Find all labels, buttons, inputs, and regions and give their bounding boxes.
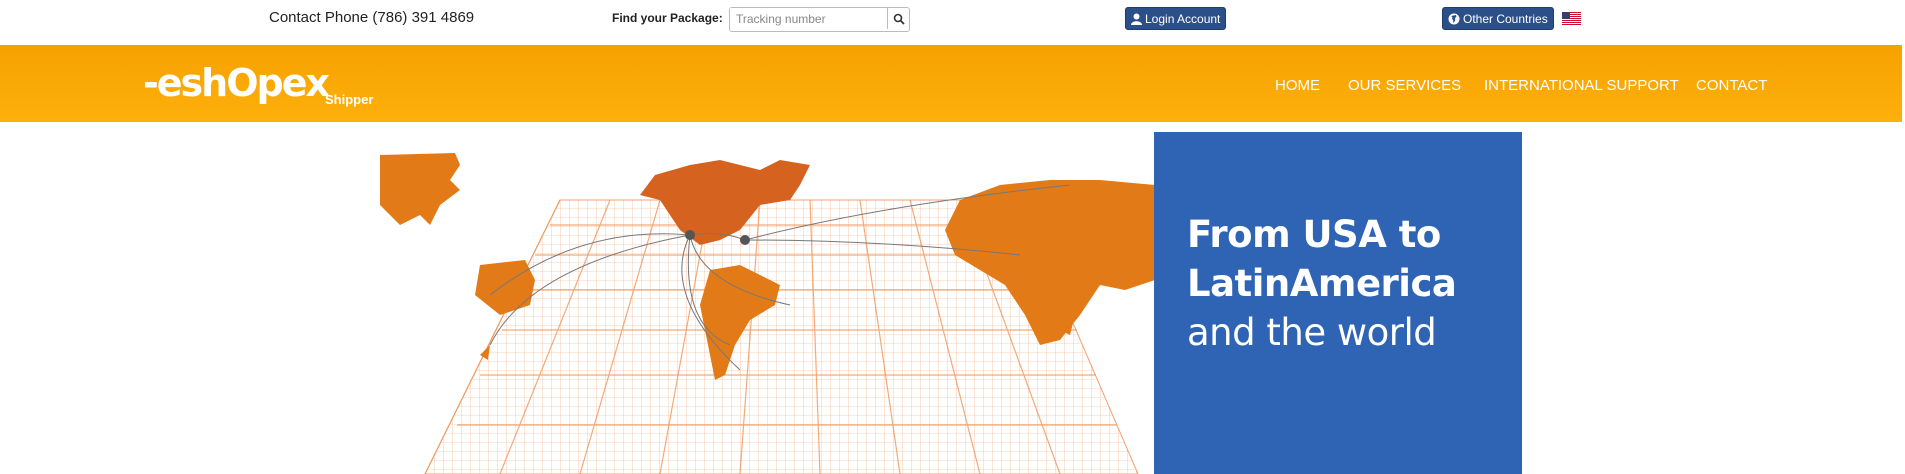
- search-icon: [893, 13, 905, 25]
- promo-banner: From USA to LatinAmerica and the world: [1154, 132, 1522, 474]
- us-flag-icon[interactable]: [1562, 12, 1581, 25]
- globe-icon: [1448, 13, 1460, 24]
- top-bar: Contact Phone (786) 391 4869 Find your P…: [0, 0, 1905, 45]
- login-account-button[interactable]: Login Account: [1125, 7, 1227, 30]
- find-package-label: Find your Package:: [612, 11, 723, 25]
- eshopex-logo[interactable]: -eshOpex Shipper: [143, 61, 373, 107]
- tracking-search: [729, 7, 910, 32]
- main-navbar: -eshOpex Shipper HOME OUR SERVICES INTER…: [0, 45, 1902, 122]
- nav-contact[interactable]: CONTACT: [1696, 77, 1767, 94]
- logo-wordmark: -eshOpex: [143, 61, 330, 105]
- promo-line-3: and the world: [1187, 311, 1437, 354]
- logo-subtitle: Shipper: [325, 92, 374, 107]
- other-countries-button[interactable]: Other Countries: [1442, 7, 1554, 30]
- tracking-number-input[interactable]: [730, 8, 887, 29]
- nav-international-support[interactable]: INTERNATIONAL SUPPORT: [1484, 77, 1679, 94]
- user-icon: [1131, 13, 1142, 25]
- world-map-illustration: [380, 153, 1155, 474]
- contact-phone: Contact Phone (786) 391 4869: [269, 9, 475, 26]
- map-australia-asia: [380, 153, 460, 225]
- nav-our-services[interactable]: OUR SERVICES: [1348, 77, 1461, 94]
- other-countries-label: Other Countries: [1463, 11, 1548, 26]
- search-button[interactable]: [887, 8, 909, 29]
- login-account-label: Login Account: [1145, 11, 1221, 26]
- promo-line-1: From USA to: [1187, 213, 1441, 256]
- nav-home[interactable]: HOME: [1275, 77, 1320, 94]
- promo-line-2: LatinAmerica: [1187, 262, 1457, 305]
